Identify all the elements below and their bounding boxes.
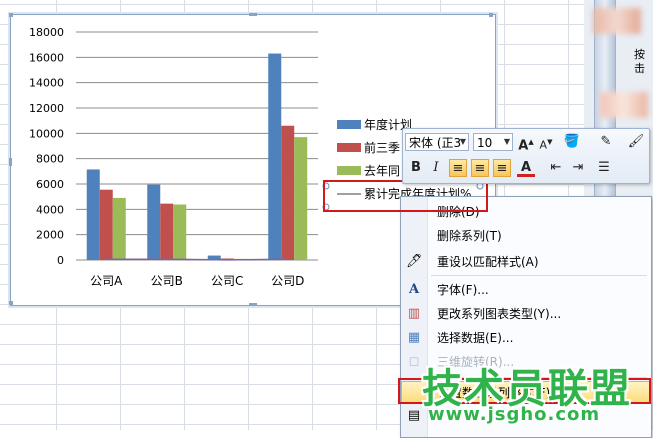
chart-type-icon: ▥ bbox=[407, 306, 421, 321]
menu-item[interactable]: ▦ 选择数据(E)... bbox=[401, 327, 651, 349]
mini-format-toolbar[interactable]: 宋体 (正3 ▼ 10 ▼ A▲ A▼ 🪣 ✎ 🖌 B I ≡ ≡ ≡ A ⇤ ⇥ … bbox=[402, 128, 650, 184]
side-text: 按 击 bbox=[634, 48, 645, 75]
highlight-box-legend bbox=[323, 180, 488, 212]
watermark-url: www.jsgho.com bbox=[428, 404, 601, 425]
align-center-button[interactable]: ≡ bbox=[471, 159, 489, 177]
bar bbox=[160, 203, 174, 260]
legend-color-marker bbox=[337, 143, 361, 152]
legend-entry: 去年同 bbox=[364, 164, 400, 178]
legend-color-marker bbox=[337, 120, 361, 129]
align-center-icon: ≡ bbox=[474, 161, 486, 176]
y-tick-label: 10000 bbox=[29, 127, 64, 140]
legend-entry: 前三季 bbox=[364, 140, 400, 155]
x-tick-label: 公司A bbox=[90, 274, 123, 288]
resize-handle[interactable] bbox=[9, 301, 13, 305]
grow-font-button[interactable]: A▲ bbox=[517, 133, 535, 154]
series-line bbox=[106, 258, 288, 261]
decrease-indent-button[interactable]: ⇤ bbox=[547, 159, 565, 177]
reset-style-icon: 🖊 bbox=[406, 254, 423, 269]
grow-font-icon: A bbox=[518, 138, 529, 154]
y-tick-label: 6000 bbox=[36, 178, 64, 191]
font-icon: A bbox=[408, 282, 420, 297]
chevron-down-icon: ▼ bbox=[503, 137, 511, 146]
increase-indent-button[interactable]: ⇥ bbox=[569, 159, 587, 177]
paint-bucket-icon: 🪣 bbox=[563, 134, 581, 149]
italic-button[interactable]: I bbox=[427, 159, 445, 177]
font-size-select[interactable]: 10 ▼ bbox=[473, 133, 513, 151]
format-icon: ▤ bbox=[407, 408, 421, 423]
bar bbox=[268, 53, 282, 261]
bar bbox=[86, 169, 100, 260]
y-tick-label: 8000 bbox=[36, 153, 64, 166]
menu-item-label: 重设以匹配样式(A) bbox=[437, 255, 539, 269]
decrease-indent-icon: ⇤ bbox=[550, 160, 562, 175]
y-tick-label: 2000 bbox=[36, 229, 64, 242]
menu-item[interactable]: 删除系列(T) bbox=[401, 225, 651, 247]
align-left-icon: ≡ bbox=[452, 161, 464, 176]
increase-indent-icon: ⇥ bbox=[572, 160, 584, 175]
bar bbox=[173, 204, 187, 260]
chevron-down-icon: ▼ bbox=[459, 137, 467, 146]
select-data-icon: ▦ bbox=[407, 330, 421, 345]
font-color-icon: A bbox=[520, 160, 532, 175]
shrink-font-button[interactable]: A▼ bbox=[537, 133, 555, 152]
font-color-button[interactable]: A bbox=[517, 159, 535, 177]
bar bbox=[294, 137, 308, 260]
menu-item[interactable]: ▥ 更改系列图表类型(Y)... bbox=[401, 303, 651, 325]
bar bbox=[99, 189, 113, 260]
menu-item[interactable]: 🖊 重设以匹配样式(A) bbox=[401, 251, 651, 273]
align-right-button[interactable]: ≡ bbox=[493, 159, 511, 177]
y-tick-label: 16000 bbox=[29, 51, 64, 64]
bar bbox=[147, 184, 161, 260]
blurred-region bbox=[600, 92, 648, 118]
legend-color-marker bbox=[337, 166, 361, 175]
align-right-icon: ≡ bbox=[496, 161, 508, 176]
resize-handle[interactable] bbox=[249, 303, 257, 306]
bullets-button[interactable]: ☰ bbox=[595, 159, 613, 177]
menu-item-label: 删除系列(T) bbox=[437, 229, 502, 243]
bold-icon: B bbox=[411, 160, 421, 175]
3d-rotation-icon: ◻ bbox=[408, 354, 420, 369]
shrink-font-icon: A bbox=[539, 138, 548, 152]
resize-handle[interactable] bbox=[249, 13, 257, 16]
menu-separator bbox=[431, 275, 647, 276]
blurred-region bbox=[593, 8, 641, 34]
font-name-select[interactable]: 宋体 (正3 ▼ bbox=[405, 133, 469, 151]
format-painter-button[interactable]: 🖌 bbox=[627, 133, 645, 151]
pen-icon: ✎ bbox=[600, 134, 612, 149]
menu-item-label: 字体(F)... bbox=[437, 283, 489, 297]
align-left-button[interactable]: ≡ bbox=[449, 159, 467, 177]
italic-icon: I bbox=[433, 160, 439, 175]
menu-item[interactable]: A 字体(F)... bbox=[401, 279, 651, 301]
y-tick-label: 14000 bbox=[29, 77, 64, 90]
y-tick-label: 18000 bbox=[29, 26, 64, 39]
outline-color-button[interactable]: ✎ bbox=[597, 133, 615, 151]
resize-handle[interactable] bbox=[489, 13, 493, 17]
brush-icon: 🖌 bbox=[627, 134, 645, 149]
y-tick-label: 0 bbox=[57, 254, 64, 267]
x-tick-label: 公司D bbox=[271, 274, 304, 288]
menu-item-label: 更改系列图表类型(Y)... bbox=[437, 307, 562, 321]
x-tick-label: 公司B bbox=[151, 274, 183, 288]
list-icon: ☰ bbox=[598, 160, 610, 175]
bar bbox=[112, 197, 126, 260]
y-tick-label: 12000 bbox=[29, 102, 64, 115]
bar bbox=[281, 125, 295, 260]
y-tick-label: 4000 bbox=[36, 203, 64, 216]
font-size-value: 10 bbox=[477, 136, 493, 150]
menu-item-label: 选择数据(E)... bbox=[437, 331, 514, 345]
fill-color-button[interactable]: 🪣 bbox=[563, 133, 581, 151]
resize-handle[interactable] bbox=[9, 158, 12, 166]
bold-button[interactable]: B bbox=[407, 159, 425, 177]
resize-handle[interactable] bbox=[9, 13, 13, 17]
x-tick-label: 公司C bbox=[211, 274, 243, 288]
font-name-value: 宋体 (正3 bbox=[409, 136, 462, 150]
